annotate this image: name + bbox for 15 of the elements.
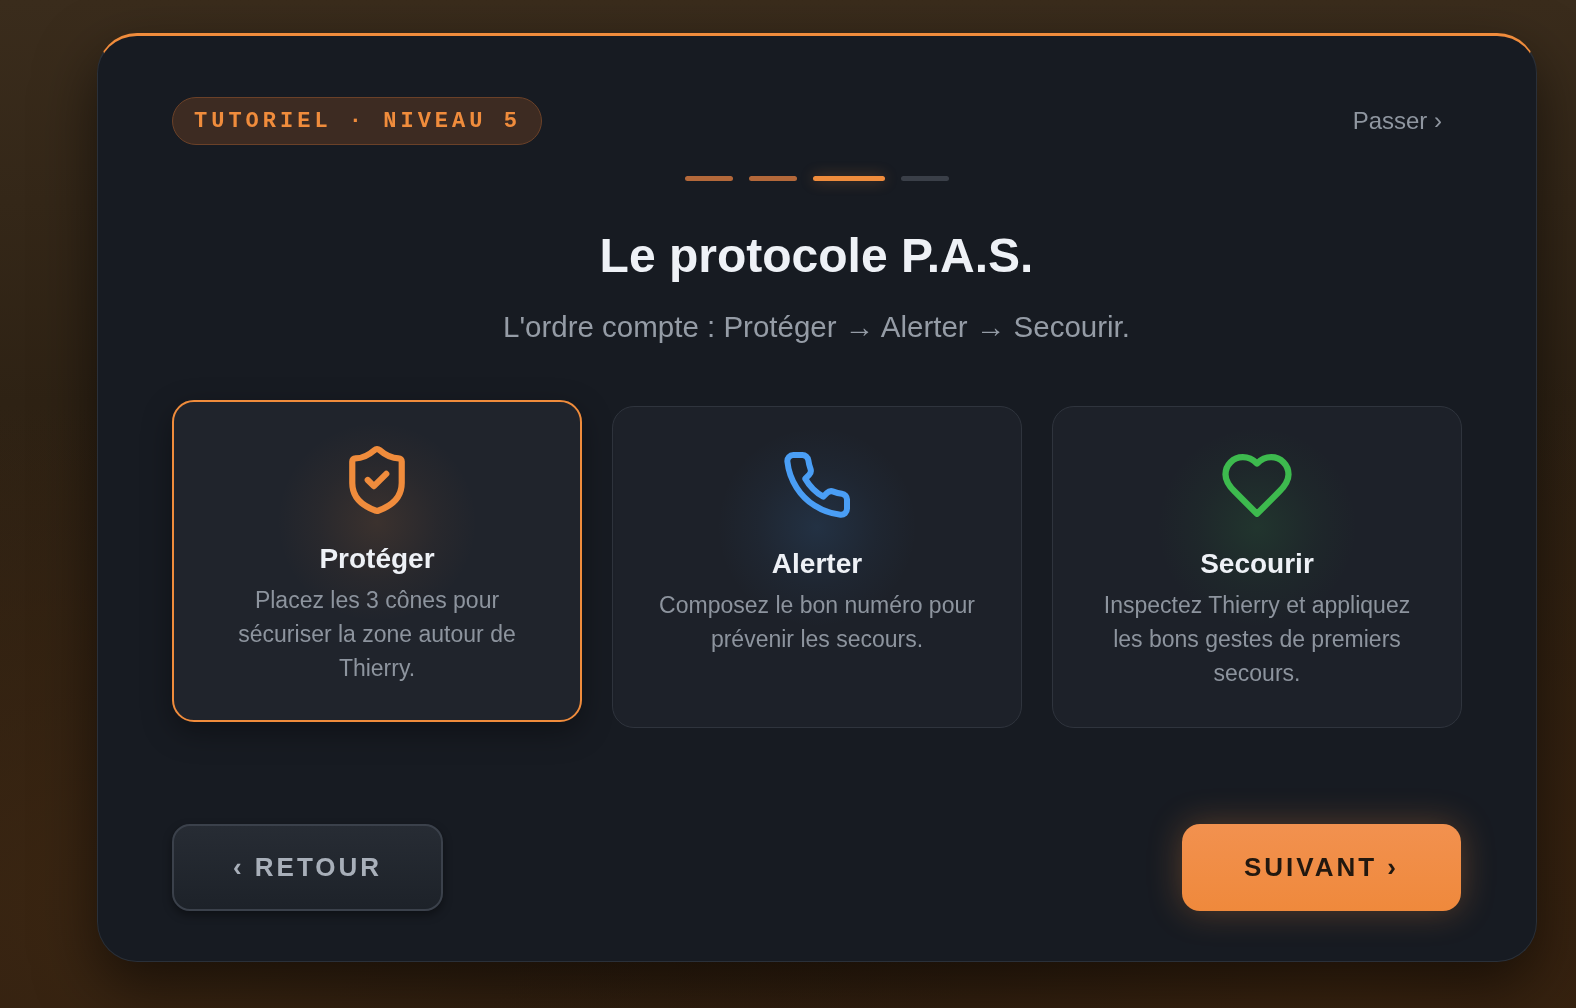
level-badge: TUTORIEL · NIVEAU 5 [172, 97, 542, 145]
card-title: Protéger [319, 542, 435, 576]
step-card[interactable]: Protéger Placez les 3 cônes pour sécuriser la zone autour de Thierry. [172, 400, 582, 722]
card-description: Composez le bon numéro pour prévenir les secours. [658, 591, 976, 654]
card-description: Inspectez Thierry et appliquez les bons gestes de premiers secours. [1102, 591, 1412, 688]
dialog-subtitle: L'ordre compte : Protéger → Alerter → Secourir. [501, 309, 1131, 345]
card-title: Alerter [771, 547, 863, 581]
step-card[interactable]: Secourir Inspectez Thierry et appliquez les bons gestes de premiers secours. [1052, 406, 1462, 728]
step-card[interactable]: Alerter Composez le bon numéro pour prévenir les secours. [612, 406, 1022, 728]
skip-link[interactable]: Passer › [1352, 107, 1442, 135]
back-button[interactable]: ‹ RETOUR [172, 824, 443, 911]
card-description: Placez les 3 cônes pour sécuriser la zone autour de Thierry. [237, 586, 517, 683]
next-button[interactable]: SUIVANT › [1182, 824, 1461, 911]
card-title: Secourir [1200, 547, 1314, 581]
dialog-title: Le protocole P.A.S. [598, 228, 1035, 284]
